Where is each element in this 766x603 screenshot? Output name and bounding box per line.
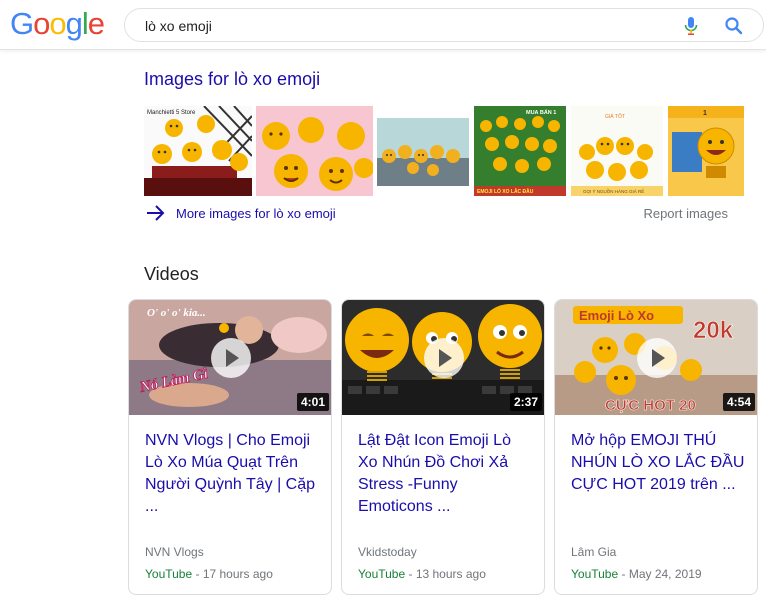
video-time: - May 24, 2019 [618,567,702,581]
logo-letter: o [49,6,66,41]
video-title-link[interactable]: NVN Vlogs | Cho Emoji Lò Xo Múa Quạt Trê… [145,430,321,518]
search-input[interactable] [145,16,665,36]
logo-letter: g [65,6,83,41]
video-duration: 4:01 [296,393,329,411]
video-overlay-price: 20k [693,317,734,344]
video-channel: Vkidstoday [358,545,417,559]
play-icon[interactable] [211,338,251,378]
more-images-row: More images for lò xo emoji Report image… [144,204,730,224]
video-thumbnail[interactable]: 2:37 [342,300,544,415]
google-logo[interactable]: Google [10,6,105,42]
more-images-link[interactable]: More images for lò xo emoji [176,206,336,221]
video-time: - 17 hours ago [192,567,273,581]
video-meta: YouTube - May 24, 2019 [571,567,702,581]
images-section-title[interactable]: Images for lò xo emoji [144,69,320,90]
thumbnail-text: 1 [703,110,707,117]
logo-letter: G [10,6,34,41]
video-channel: Lâm Gia [571,545,617,559]
search-box[interactable] [124,8,764,42]
image-thumbnail[interactable]: 1 [668,106,744,196]
video-overlay-text: Emoji Lò Xo [579,308,654,323]
thumbnail-text: EMOJI LÒ XO LẮC ĐẦU [477,187,534,195]
image-thumbnail[interactable] [377,118,469,186]
thumbnail-text: MUA BÁN 1 [526,109,556,116]
video-duration: 2:37 [509,393,542,411]
report-images-link[interactable]: Report images [643,206,728,221]
image-thumbnail[interactable]: GIÁ TỐT GỌI Ý NGUỒN HÀNG GIÁ RẺ [571,106,663,196]
video-title-link[interactable]: Mở hộp EMOJI THÚ NHÚN LÒ XO LẮC ĐẦU CỰC … [571,430,747,496]
video-channel: NVN Vlogs [145,545,204,559]
header: Google [0,0,766,50]
video-title-link[interactable]: Lật Đật Icon Emoji Lò Xo Nhún Đồ Chơi Xả… [358,430,534,518]
play-icon[interactable] [424,338,464,378]
video-time: - 13 hours ago [405,567,486,581]
microphone-icon[interactable] [683,16,699,36]
video-source: YouTube [571,567,619,581]
thumbnail-text: GIÁ TỐT [605,113,625,120]
thumbnail-text: Manchietti 5 Store [147,110,196,116]
video-meta: YouTube - 13 hours ago [358,567,486,581]
video-thumbnail[interactable]: O' o' o' kia... Nó Làm Gì 4:01 [129,300,331,415]
video-overlay-text: CỰC HOT 20 [605,397,696,414]
arrow-right-icon[interactable] [146,204,166,222]
video-thumbnail[interactable]: Emoji Lò Xo 20k CỰC HOT 20 4:54 [555,300,757,415]
image-thumbnail[interactable] [256,106,373,196]
logo-letter: e [87,6,105,41]
video-card[interactable]: Emoji Lò Xo 20k CỰC HOT 20 4:54 Mở hộp E… [554,299,758,595]
image-thumbnail[interactable]: Manchietti 5 Store [144,106,252,196]
play-icon[interactable] [637,338,677,378]
video-card[interactable]: O' o' o' kia... Nó Làm Gì 4:01 NVN Vlogs… [128,299,332,595]
logo-letter: o [33,6,50,41]
videos-section-title: Videos [144,264,199,284]
video-card[interactable]: 2:37 Lật Đật Icon Emoji Lò Xo Nhún Đồ Ch… [341,299,545,595]
search-icon[interactable] [723,15,745,37]
video-meta: YouTube - 17 hours ago [145,567,273,581]
video-source: YouTube [358,567,406,581]
svg-text:O' o' o' kia...: O' o' o' kia... [147,307,206,319]
video-duration: 4:54 [722,393,755,411]
image-thumbnail[interactable]: MUA BÁN 1 EMOJI LÒ XO LẮC ĐẦU [474,106,566,196]
thumbnail-text: GỌI Ý NGUỒN HÀNG GIÁ RẺ [583,188,644,194]
video-source: YouTube [145,567,193,581]
